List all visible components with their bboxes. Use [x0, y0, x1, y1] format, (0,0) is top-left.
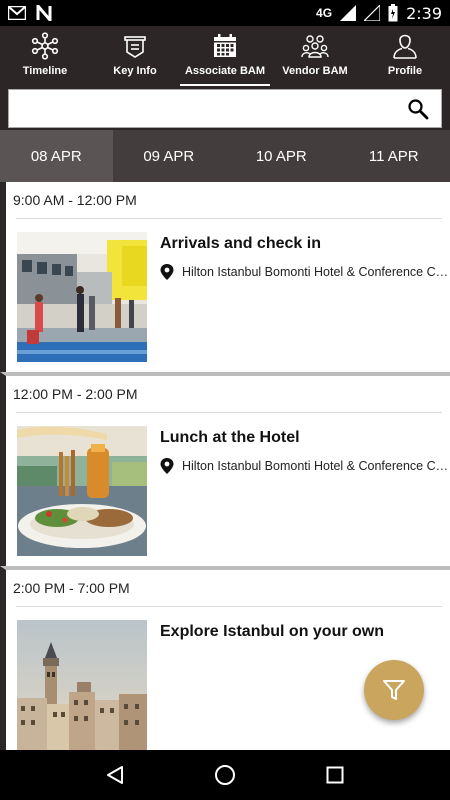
- back-button[interactable]: [101, 761, 129, 789]
- gmail-icon: [8, 6, 26, 20]
- filter-button[interactable]: [364, 660, 424, 720]
- tab-timeline[interactable]: Timeline: [0, 26, 90, 86]
- location-pin-icon: [160, 458, 174, 474]
- session-time: 9:00 AM - 12:00 PM: [13, 192, 137, 208]
- istanbul-galata-photo: [17, 620, 147, 750]
- status-bar: 4G 2:39: [0, 0, 450, 26]
- main-tab-bar: Timeline Key Info Associate BAM Vendor B…: [0, 26, 450, 86]
- session-time: 2:00 PM - 7:00 PM: [13, 580, 130, 596]
- calendar-icon: [214, 34, 236, 57]
- recents-icon: [326, 766, 344, 784]
- network-type: 4G: [316, 6, 333, 20]
- session-title: Explore Istanbul on your own: [160, 623, 385, 640]
- tab-vendor-bam[interactable]: Vendor BAM: [270, 26, 360, 86]
- tab-label: Timeline: [22, 65, 68, 77]
- session-card[interactable]: 2:00 PM - 7:00 PM Explore Istanbul on yo…: [0, 566, 450, 750]
- session-location: Hilton Istanbul Bomonti Hotel & Conferen…: [160, 264, 450, 280]
- clock: 2:39: [406, 3, 442, 23]
- wifi-empty-icon: [364, 5, 381, 21]
- tab-associate-bam[interactable]: Associate BAM: [180, 26, 270, 86]
- recents-button[interactable]: [321, 761, 349, 789]
- network-icon: [31, 32, 59, 60]
- battery-icon: [388, 4, 398, 22]
- home-icon: [215, 765, 235, 785]
- back-icon: [107, 766, 123, 784]
- tab-label: Associate BAM: [184, 65, 266, 77]
- location-text: Hilton Istanbul Bomonti Hotel & Conferen…: [182, 265, 450, 279]
- search-input[interactable]: [9, 90, 441, 127]
- tab-profile[interactable]: Profile: [360, 26, 450, 86]
- session-time: 12:00 PM - 2:00 PM: [13, 386, 138, 402]
- n-app-icon: [36, 5, 52, 21]
- session-location: Hilton Istanbul Bomonti Hotel & Conferen…: [160, 458, 450, 474]
- session-card[interactable]: 12:00 PM - 2:00 PM Lunch at the Hotel Hi…: [0, 372, 450, 566]
- info-board-icon: [124, 36, 146, 58]
- date-tab-11-apr[interactable]: 11 APR: [338, 130, 450, 182]
- person-icon: [393, 34, 417, 59]
- tab-label: Vendor BAM: [282, 65, 348, 77]
- airport-checkin-photo: [17, 232, 147, 362]
- tab-label: Profile: [387, 65, 423, 77]
- date-tab-08-apr[interactable]: 08 APR: [0, 130, 113, 182]
- location-text: Hilton Istanbul Bomonti Hotel & Conferen…: [182, 459, 450, 473]
- date-selector: 08 APR 09 APR 10 APR 11 APR: [0, 130, 450, 182]
- search-icon[interactable]: [407, 98, 429, 120]
- signal-icon: [340, 5, 357, 21]
- tab-key-info[interactable]: Key Info: [90, 26, 180, 86]
- session-card[interactable]: 9:00 AM - 12:00 PM Arrivals and check in…: [0, 182, 450, 372]
- location-pin-icon: [160, 264, 174, 280]
- search-box: [8, 89, 442, 128]
- filter-icon: [383, 680, 405, 700]
- date-tab-09-apr[interactable]: 09 APR: [113, 130, 226, 182]
- lunch-plate-photo: [17, 426, 147, 556]
- group-icon: [301, 35, 329, 58]
- date-tab-10-apr[interactable]: 10 APR: [225, 130, 338, 182]
- tab-label: Key Info: [113, 65, 157, 77]
- search-area: [0, 86, 450, 130]
- session-title: Arrivals and check in: [160, 235, 321, 252]
- session-title: Lunch at the Hotel: [160, 429, 300, 446]
- home-button[interactable]: [211, 761, 239, 789]
- system-nav-bar: [0, 750, 450, 800]
